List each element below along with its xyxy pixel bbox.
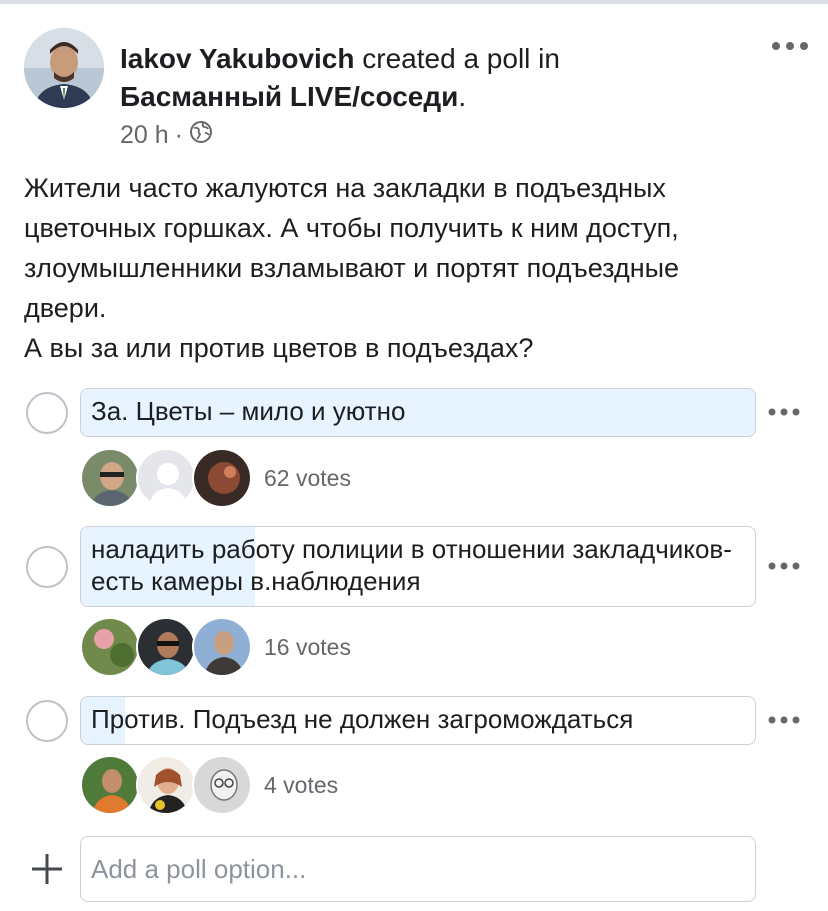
voter-avatar[interactable] (136, 448, 196, 508)
poll-option-label: Против. Подъезд не должен загромождаться (91, 704, 634, 734)
author-avatar[interactable] (24, 28, 104, 108)
group-name[interactable]: Басманный LIVE/соседи (120, 81, 458, 112)
poll-option-3-voters: 4 votes (80, 753, 338, 817)
globe-icon (189, 120, 213, 151)
post-text-line: двери. (24, 293, 107, 323)
voter-avatar[interactable] (192, 448, 252, 508)
voter-avatar[interactable] (192, 755, 252, 815)
option-more-icon[interactable] (766, 400, 802, 424)
group-suffix: . (458, 81, 467, 112)
post-action: created a poll in (354, 43, 560, 74)
poll-option-label: За. Цветы – мило и уютно (91, 396, 406, 426)
post-text: Жители часто жалуются на закладки в подъ… (24, 168, 814, 368)
vote-count[interactable]: 4 votes (264, 772, 338, 799)
add-poll-option-input[interactable] (80, 836, 756, 902)
post-timestamp[interactable]: 20 h (120, 121, 169, 150)
poll-option-2-voters: 16 votes (80, 615, 351, 679)
post-text-line: Жители часто жалуются на закладки в подъ… (24, 173, 666, 203)
poll-option-label: наладить работу полиции в отношении закл… (91, 534, 732, 596)
voter-avatar[interactable] (80, 617, 140, 677)
option-more-icon[interactable] (766, 554, 802, 578)
post-more-options-icon[interactable] (770, 34, 810, 58)
post-text-line: цветочных горшках. А чтобы получить к ни… (24, 213, 679, 243)
poll-option-1-voters: 62 votes (80, 446, 351, 510)
top-divider (0, 0, 828, 4)
vote-count[interactable]: 62 votes (264, 465, 351, 492)
meta-separator: · (174, 120, 183, 149)
option-more-icon[interactable] (766, 708, 802, 732)
poll-option-radio[interactable] (26, 546, 68, 588)
post-text-line: А вы за или против цветов в подъездах? (24, 333, 534, 363)
voter-avatar[interactable] (80, 755, 140, 815)
vote-count[interactable]: 16 votes (264, 634, 351, 661)
poll-option-bar[interactable]: наладить работу полиции в отношении закл… (80, 526, 756, 607)
voter-avatar[interactable] (80, 448, 140, 508)
poll-option-radio[interactable] (26, 700, 68, 742)
poll-option-radio[interactable] (26, 392, 68, 434)
add-poll-option-row (0, 836, 828, 902)
voter-avatar[interactable] (192, 617, 252, 677)
voter-avatar[interactable] (136, 755, 196, 815)
post-meta: 20 h · (120, 118, 213, 152)
author-name[interactable]: Iakov Yakubovich (120, 43, 355, 74)
voter-avatar[interactable] (136, 617, 196, 677)
post-header: Iakov Yakubovich created a poll in Басма… (120, 40, 740, 116)
poll-option-bar[interactable]: За. Цветы – мило и уютно (80, 388, 756, 437)
post-text-line: злоумышленники взламывают и портят подъе… (24, 253, 680, 283)
plus-icon[interactable] (30, 852, 64, 886)
poll-option-bar[interactable]: Против. Подъезд не должен загромождаться (80, 696, 756, 745)
